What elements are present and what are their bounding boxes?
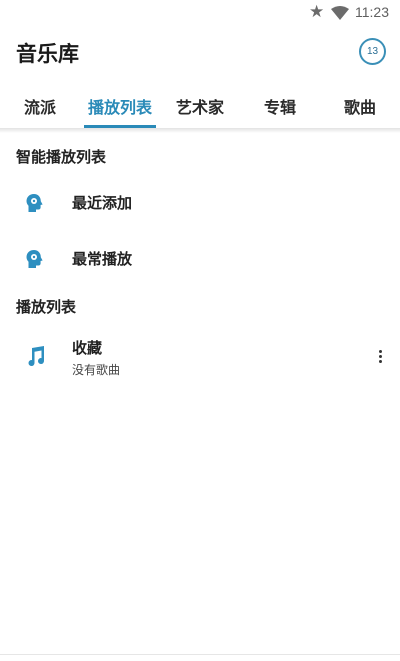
status-time: 11:23 [355, 4, 389, 20]
list-item-recently-added[interactable]: 最近添加 [0, 178, 400, 228]
star-icon: ★ [309, 2, 325, 22]
smart-head-icon [24, 192, 46, 218]
tab-bar-shadow [0, 128, 400, 133]
bottom-divider [0, 654, 400, 655]
playlists-header: 播放列表 [16, 298, 77, 316]
smart-playlists-header: 智能播放列表 [16, 148, 107, 166]
list-item-favorites[interactable]: 收藏 没有歌曲 [0, 332, 400, 382]
list-item-label: 最近添加 [72, 194, 133, 212]
music-note-icon [24, 344, 48, 372]
wifi-icon [331, 5, 349, 24]
tab-playlists[interactable]: 播放列表 [80, 84, 160, 128]
count-badge[interactable]: 13 [359, 38, 386, 65]
list-item-label: 收藏 [72, 339, 103, 357]
tab-genres[interactable]: 流派 [0, 84, 80, 128]
list-item-most-played[interactable]: 最常播放 [0, 234, 400, 284]
tab-artists[interactable]: 艺术家 [160, 84, 240, 128]
page-title: 音乐库 [16, 42, 79, 66]
smart-head-icon [24, 248, 46, 274]
tab-albums[interactable]: 专辑 [240, 84, 320, 128]
list-item-label: 最常播放 [72, 250, 133, 268]
list-item-subtitle: 没有歌曲 [72, 363, 121, 377]
more-options-icon[interactable] [370, 344, 390, 368]
tab-songs[interactable]: 歌曲 [320, 84, 400, 128]
tab-bar: 流派 播放列表 艺术家 专辑 歌曲 [0, 84, 400, 128]
status-bar: ★ 11:23 [0, 0, 400, 24]
